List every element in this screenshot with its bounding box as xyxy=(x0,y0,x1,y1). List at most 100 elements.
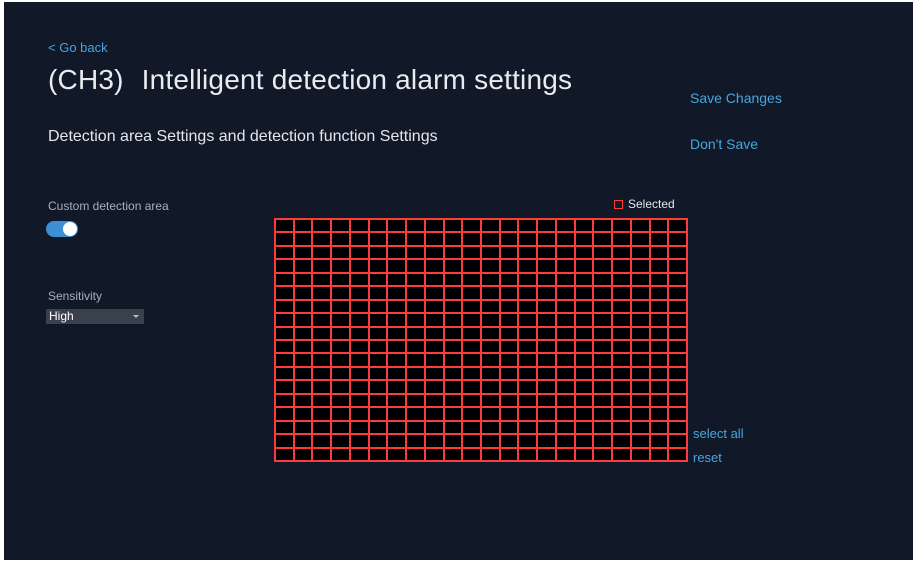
grid-cell[interactable] xyxy=(425,220,443,232)
grid-cell[interactable] xyxy=(669,408,686,420)
grid-cell[interactable] xyxy=(575,421,593,434)
grid-cell[interactable] xyxy=(613,287,630,299)
grid-cell[interactable] xyxy=(500,408,518,420)
grid-cell[interactable] xyxy=(613,273,630,286)
grid-cell[interactable] xyxy=(444,421,462,434)
grid-cell[interactable] xyxy=(538,367,555,380)
grid-cell[interactable] xyxy=(276,354,293,366)
grid-cell[interactable] xyxy=(313,367,331,380)
grid-cell[interactable] xyxy=(500,381,518,393)
grid-cell[interactable] xyxy=(500,246,518,259)
grid-cell[interactable] xyxy=(519,220,537,232)
grid-cell[interactable] xyxy=(276,246,293,259)
grid-cell[interactable] xyxy=(332,233,349,245)
grid-cell[interactable] xyxy=(575,300,593,313)
grid-cell[interactable] xyxy=(556,220,574,232)
grid-cell[interactable] xyxy=(369,421,387,434)
grid-cell[interactable] xyxy=(538,260,555,272)
grid-cell[interactable] xyxy=(613,381,630,393)
grid-cell[interactable] xyxy=(538,287,555,299)
grid-cell[interactable] xyxy=(407,408,424,420)
grid-cell[interactable] xyxy=(650,354,668,366)
grid-cell[interactable] xyxy=(332,394,349,407)
grid-cell[interactable] xyxy=(613,408,630,420)
grid-cell[interactable] xyxy=(556,246,574,259)
grid-cell[interactable] xyxy=(650,300,668,313)
grid-cell[interactable] xyxy=(481,341,499,353)
grid-cell[interactable] xyxy=(669,273,686,286)
grid-cell[interactable] xyxy=(388,394,406,407)
grid-cell[interactable] xyxy=(276,394,293,407)
grid-cell[interactable] xyxy=(276,367,293,380)
grid-cell[interactable] xyxy=(369,246,387,259)
grid-cell[interactable] xyxy=(294,341,312,353)
custom-detection-area-toggle[interactable] xyxy=(46,221,78,237)
grid-cell[interactable] xyxy=(425,300,443,313)
grid-cell[interactable] xyxy=(481,246,499,259)
grid-cell[interactable] xyxy=(500,233,518,245)
grid-cell[interactable] xyxy=(294,421,312,434)
grid-cell[interactable] xyxy=(594,287,612,299)
grid-cell[interactable] xyxy=(519,287,537,299)
grid-cell[interactable] xyxy=(556,260,574,272)
grid-cell[interactable] xyxy=(444,260,462,272)
grid-cell[interactable] xyxy=(444,435,462,447)
grid-cell[interactable] xyxy=(313,327,331,339)
grid-cell[interactable] xyxy=(294,394,312,407)
grid-cell[interactable] xyxy=(519,354,537,366)
grid-cell[interactable] xyxy=(463,354,480,366)
grid-cell[interactable] xyxy=(313,300,331,313)
grid-cell[interactable] xyxy=(294,448,312,460)
grid-cell[interactable] xyxy=(613,448,630,460)
grid-cell[interactable] xyxy=(463,260,480,272)
grid-cell[interactable] xyxy=(556,300,574,313)
grid-cell[interactable] xyxy=(594,435,612,447)
grid-cell[interactable] xyxy=(276,448,293,460)
grid-cell[interactable] xyxy=(332,300,349,313)
grid-cell[interactable] xyxy=(463,327,480,339)
grid-cell[interactable] xyxy=(594,394,612,407)
grid-cell[interactable] xyxy=(369,341,387,353)
grid-cell[interactable] xyxy=(425,367,443,380)
grid-cell[interactable] xyxy=(538,314,555,326)
grid-cell[interactable] xyxy=(650,421,668,434)
grid-cell[interactable] xyxy=(369,233,387,245)
grid-cell[interactable] xyxy=(575,314,593,326)
grid-cell[interactable] xyxy=(294,354,312,366)
grid-cell[interactable] xyxy=(519,260,537,272)
grid-cell[interactable] xyxy=(294,273,312,286)
grid-cell[interactable] xyxy=(332,260,349,272)
grid-cell[interactable] xyxy=(425,260,443,272)
grid-cell[interactable] xyxy=(538,394,555,407)
grid-cell[interactable] xyxy=(350,381,368,393)
grid-cell[interactable] xyxy=(350,246,368,259)
grid-cell[interactable] xyxy=(388,287,406,299)
grid-cell[interactable] xyxy=(294,233,312,245)
grid-cell[interactable] xyxy=(350,394,368,407)
grid-cell[interactable] xyxy=(388,300,406,313)
grid-cell[interactable] xyxy=(481,273,499,286)
grid-cell[interactable] xyxy=(594,367,612,380)
grid-cell[interactable] xyxy=(481,381,499,393)
grid-cell[interactable] xyxy=(481,421,499,434)
grid-cell[interactable] xyxy=(407,341,424,353)
grid-cell[interactable] xyxy=(631,367,649,380)
grid-cell[interactable] xyxy=(556,367,574,380)
grid-cell[interactable] xyxy=(444,246,462,259)
grid-cell[interactable] xyxy=(294,260,312,272)
grid-cell[interactable] xyxy=(388,381,406,393)
grid-cell[interactable] xyxy=(631,246,649,259)
grid-cell[interactable] xyxy=(613,354,630,366)
grid-cell[interactable] xyxy=(350,354,368,366)
grid-cell[interactable] xyxy=(538,273,555,286)
grid-cell[interactable] xyxy=(444,233,462,245)
grid-cell[interactable] xyxy=(407,354,424,366)
grid-cell[interactable] xyxy=(519,367,537,380)
grid-cell[interactable] xyxy=(369,448,387,460)
grid-cell[interactable] xyxy=(556,421,574,434)
grid-cell[interactable] xyxy=(276,327,293,339)
grid-cell[interactable] xyxy=(519,300,537,313)
grid-cell[interactable] xyxy=(556,341,574,353)
grid-cell[interactable] xyxy=(313,314,331,326)
grid-cell[interactable] xyxy=(650,408,668,420)
